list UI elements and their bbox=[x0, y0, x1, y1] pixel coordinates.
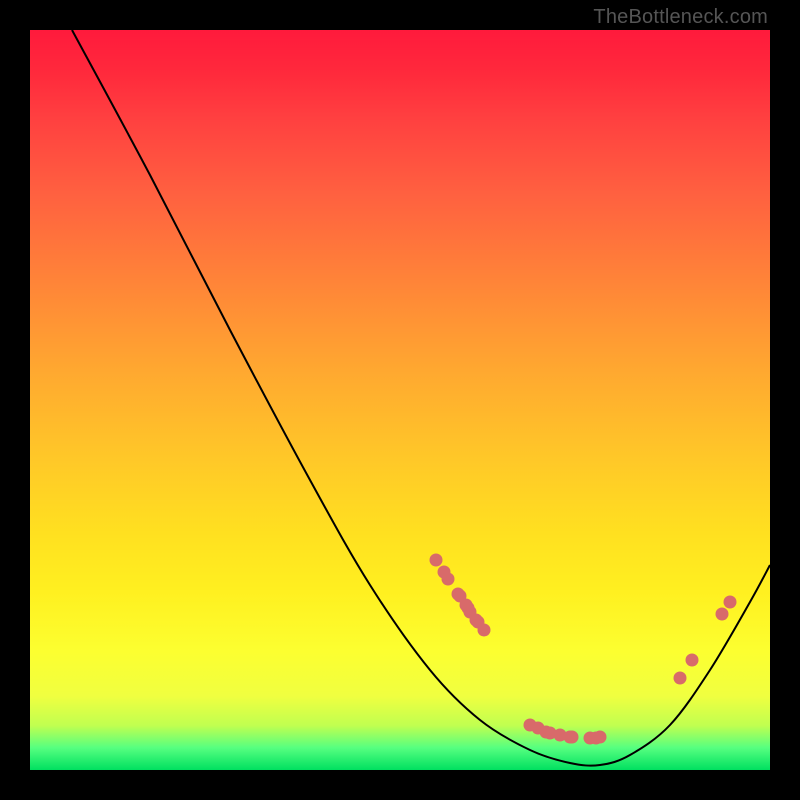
curve-layer bbox=[30, 30, 770, 770]
data-point bbox=[430, 554, 443, 567]
plot-area bbox=[30, 30, 770, 770]
watermark-text: TheBottleneck.com bbox=[593, 6, 768, 29]
data-point bbox=[686, 654, 699, 667]
data-point bbox=[594, 731, 607, 744]
data-point bbox=[442, 573, 455, 586]
chart-frame: TheBottleneck.com bbox=[0, 0, 800, 800]
data-point bbox=[566, 731, 579, 744]
bottleneck-curve bbox=[72, 30, 770, 766]
data-point bbox=[716, 608, 729, 621]
data-point bbox=[478, 624, 491, 637]
data-point bbox=[674, 672, 687, 685]
data-point bbox=[724, 596, 737, 609]
